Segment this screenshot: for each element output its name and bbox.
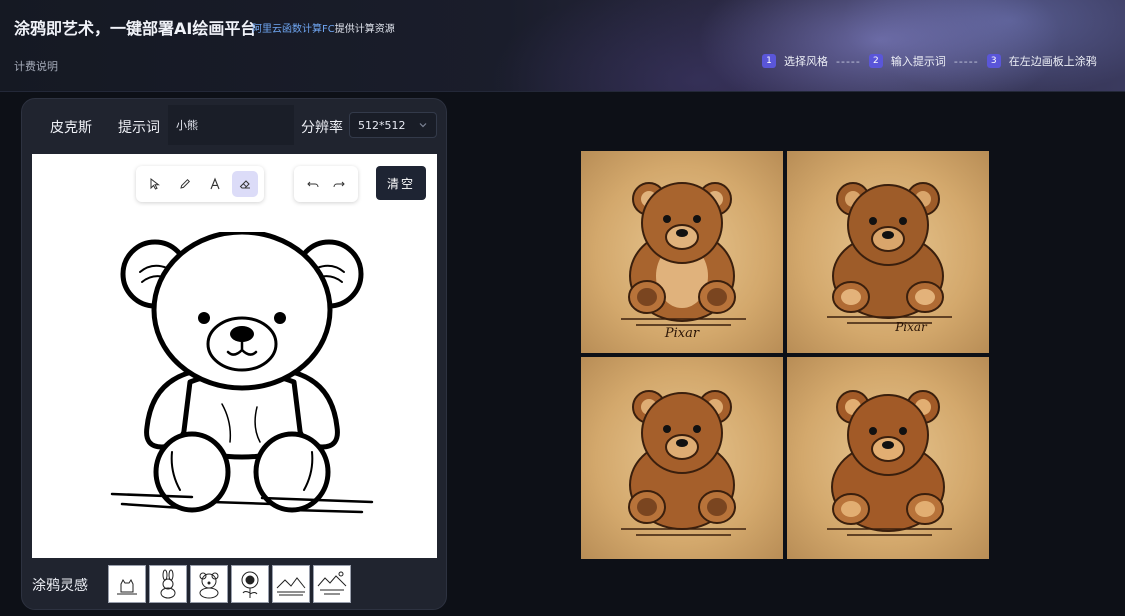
result-signature: Pixar xyxy=(664,326,700,341)
prompt-label: 提示词 xyxy=(118,120,160,136)
generated-bear-image: Pixar xyxy=(827,182,952,334)
inspiration-landscape[interactable] xyxy=(272,565,310,603)
result-grid: Pixar Pixar xyxy=(581,151,989,559)
step-separator: ----- xyxy=(836,54,861,68)
select-tool[interactable] xyxy=(142,171,168,197)
bear-sketch-drawing xyxy=(110,232,374,514)
drawing-toolbar xyxy=(136,166,264,202)
redo-icon xyxy=(333,181,345,188)
step-number: 1 xyxy=(762,54,776,68)
history-toolbar xyxy=(294,166,358,202)
style-model-label[interactable]: 皮克斯 xyxy=(50,117,92,137)
page-header: 涂鸦即艺术，一键部署AI绘画平台 阿里云函数计算FC提供计算资源 计费说明 1 … xyxy=(0,0,1125,92)
result-image-4[interactable] xyxy=(787,357,989,559)
generated-bear-image xyxy=(621,390,746,536)
inspiration-bear[interactable] xyxy=(190,565,228,603)
steps-guide: 1 选择风格 ----- 2 输入提示词 ----- 3 在左边画板上涂鸦 xyxy=(762,53,1097,69)
step-label: 选择风格 xyxy=(784,55,828,68)
generated-bear-image: Pixar xyxy=(621,182,746,341)
inspiration-label: 涂鸦灵感 xyxy=(32,578,88,594)
inspiration-rabbit[interactable] xyxy=(149,565,187,603)
chevron-down-icon xyxy=(419,123,427,128)
step-label: 输入提示词 xyxy=(890,55,946,68)
undo-button[interactable] xyxy=(300,171,326,197)
result-image-2[interactable]: Pixar xyxy=(787,151,989,353)
header-subtitle: 阿里云函数计算FC提供计算资源 xyxy=(252,20,395,35)
pen-tool[interactable] xyxy=(172,171,198,197)
landscape-sketch-icon xyxy=(276,577,306,596)
sunflower-sketch-icon xyxy=(241,571,259,598)
rabbit-sketch-icon xyxy=(160,569,176,599)
text-icon xyxy=(210,177,220,190)
resolution-label: 分辨率 xyxy=(301,120,343,136)
cat-sketch-icon xyxy=(117,579,137,595)
result-image-3[interactable] xyxy=(581,357,783,559)
mountain-sketch-icon xyxy=(317,571,347,595)
drawing-panel: 皮克斯 提示词 分辨率 512*512 xyxy=(21,98,447,610)
inspiration-cat[interactable] xyxy=(108,565,146,603)
step-number: 2 xyxy=(868,54,883,68)
result-image-1[interactable]: Pixar xyxy=(581,151,783,353)
pencil-icon xyxy=(180,178,191,189)
undo-icon xyxy=(307,181,319,188)
inspiration-mountain[interactable] xyxy=(313,565,351,603)
cursor-icon xyxy=(150,177,160,190)
prompt-input[interactable] xyxy=(168,105,294,145)
drawing-canvas[interactable]: 清空 xyxy=(32,154,437,558)
step-number: 3 xyxy=(986,54,1001,68)
page-title: 涂鸦即艺术，一键部署AI绘画平台 xyxy=(14,19,257,38)
step-separator: ----- xyxy=(953,54,979,68)
redo-button[interactable] xyxy=(326,171,352,197)
header-sub-text: 提供计算资源 xyxy=(334,24,395,35)
step-label: 在左边画板上涂鸦 xyxy=(1008,55,1097,68)
pricing-link[interactable]: 计费说明 xyxy=(14,58,58,74)
resolution-value: 512*512 xyxy=(358,118,406,132)
inspiration-sunflower[interactable] xyxy=(231,565,269,603)
generated-bear-image xyxy=(827,390,952,536)
bear-sketch-icon xyxy=(199,572,219,599)
inspiration-thumbnails xyxy=(108,565,351,603)
fc-link[interactable]: 阿里云函数计算FC xyxy=(252,24,335,35)
eraser-tool[interactable] xyxy=(232,171,258,197)
text-tool[interactable] xyxy=(202,171,228,197)
clear-button[interactable]: 清空 xyxy=(376,166,426,200)
eraser-icon xyxy=(239,180,250,189)
resolution-select[interactable]: 512*512 xyxy=(349,112,437,138)
result-signature: Pixar xyxy=(894,320,928,334)
